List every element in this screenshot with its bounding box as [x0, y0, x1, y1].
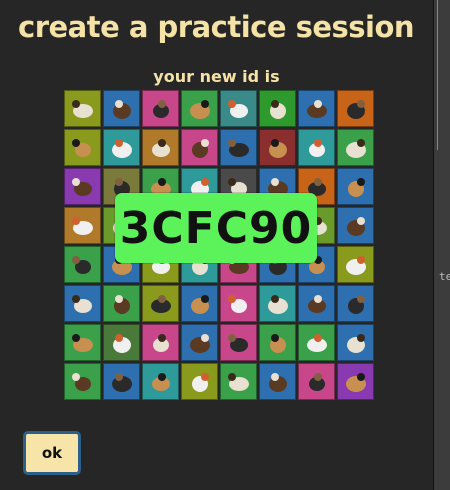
jellyfish-icon [337, 168, 374, 205]
shark2-icon [103, 363, 140, 400]
rhino-icon [220, 285, 257, 322]
swan-icon [298, 324, 335, 361]
frog-icon [64, 168, 101, 205]
otter-icon [298, 285, 335, 322]
raccoon-icon [142, 285, 179, 322]
spider-icon [142, 324, 179, 361]
vulture-icon [181, 363, 218, 400]
fox-icon [337, 129, 374, 166]
elephant-icon [259, 129, 296, 166]
session-id-badge: 3CFC90 [115, 193, 317, 263]
beetle-icon [259, 90, 296, 127]
kangaroo-icon [64, 207, 101, 244]
mouse-icon [64, 246, 101, 283]
moose2-icon [337, 207, 374, 244]
manta-ray-icon [181, 285, 218, 322]
zebra-icon [337, 363, 374, 400]
gazelle-icon [103, 90, 140, 127]
rabbit-icon [103, 285, 140, 322]
turtle-icon [142, 363, 179, 400]
squirrel-icon [220, 324, 257, 361]
dialog-title: create a practice session [18, 10, 415, 44]
whale-icon [259, 363, 296, 400]
background-text: te [439, 270, 450, 283]
session-id: 3CFC90 [119, 202, 313, 254]
create-session-dialog: create a practice session your new id is… [0, 0, 434, 490]
skunk-icon [64, 324, 101, 361]
crocodile-icon [64, 90, 101, 127]
id-prompt: your new id is [153, 67, 280, 86]
ok-button[interactable]: ok [23, 431, 81, 475]
bison-icon [298, 90, 335, 127]
dolphin-icon [181, 129, 218, 166]
tiger-icon [337, 324, 374, 361]
bobcat-icon [64, 129, 101, 166]
bee-icon [220, 90, 257, 127]
puffin-icon [64, 285, 101, 322]
walrus-icon [220, 363, 257, 400]
crab-icon [103, 129, 140, 166]
starfish-icon [259, 324, 296, 361]
salmon-icon [259, 285, 296, 322]
eagle-icon [220, 129, 257, 166]
background-page: te [434, 0, 450, 490]
pig-icon [337, 246, 374, 283]
snake-icon [103, 324, 140, 361]
flamingo-icon [298, 129, 335, 166]
bat-icon [142, 90, 179, 127]
divider [437, 0, 438, 150]
shark-icon [337, 285, 374, 322]
deer-icon [142, 129, 179, 166]
toucan-icon [64, 363, 101, 400]
butterfly-icon [337, 90, 374, 127]
bear-icon [181, 90, 218, 127]
squid-icon [181, 324, 218, 361]
wolf-icon [298, 363, 335, 400]
